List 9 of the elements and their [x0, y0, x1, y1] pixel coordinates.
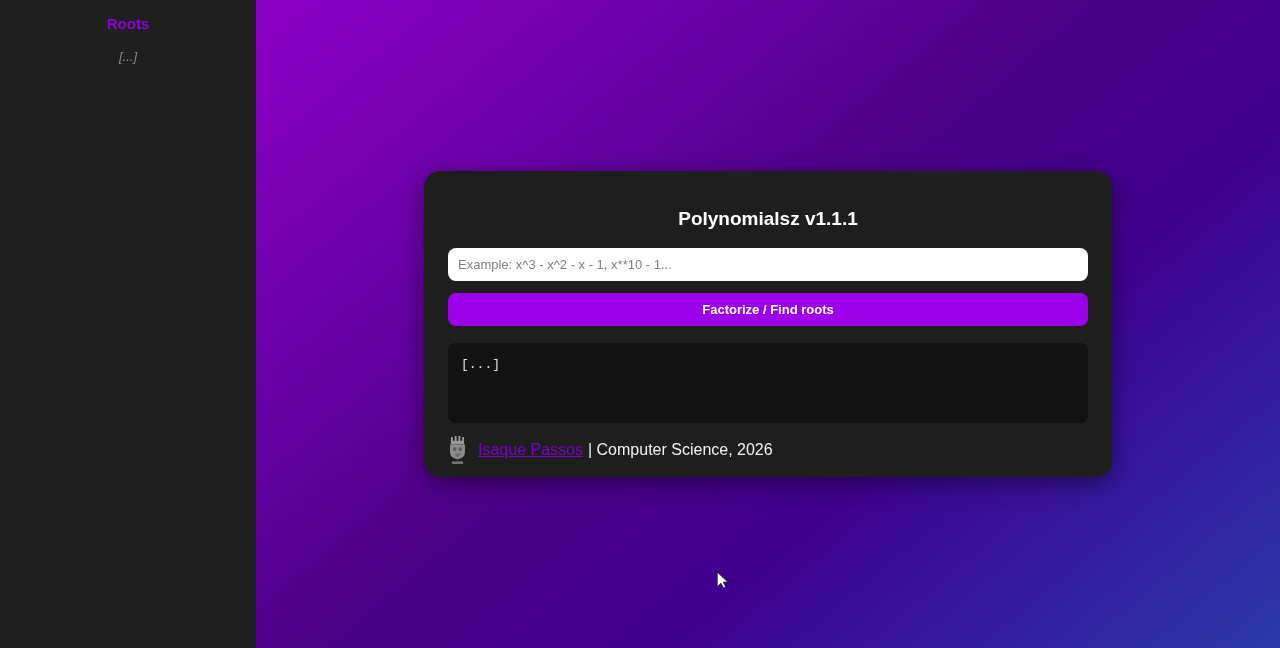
polynomial-input-field[interactable]: Example: x^3 - x^2 - x - 1, x**10 - 1... [448, 248, 1088, 281]
sidebar-title: Roots [106, 15, 150, 33]
crest-logo-icon [448, 435, 467, 465]
sidebar-content: [...] [118, 49, 138, 65]
app-title: Polynomialsz v1.1.1 [677, 207, 859, 231]
mouse-pointer-icon [716, 571, 729, 589]
factorize-button[interactable]: Factorize / Find roots [448, 293, 1088, 326]
footer-text: | Computer Science, 2026 [587, 441, 773, 459]
output-text: [...] [461, 357, 500, 373]
